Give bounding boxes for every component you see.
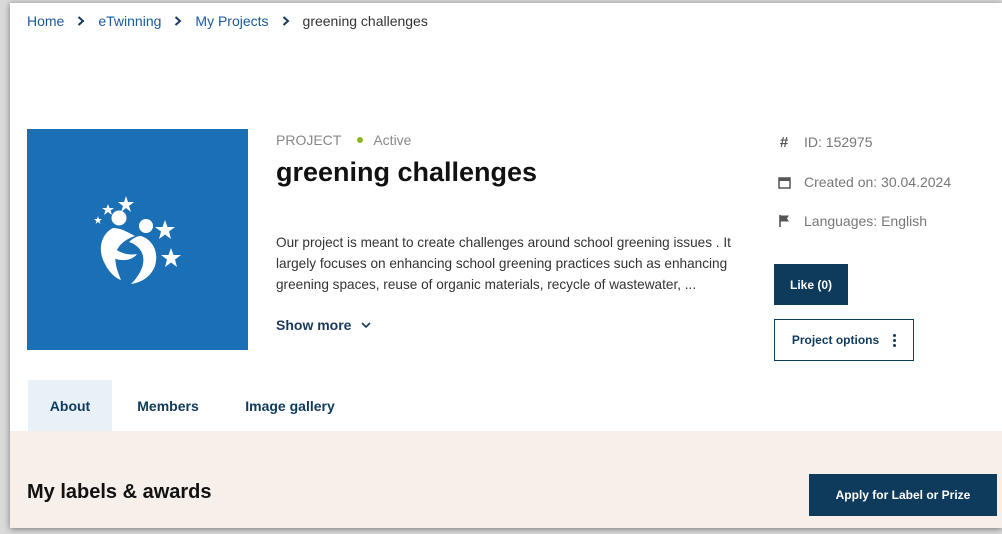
tab-image-gallery[interactable]: Image gallery — [224, 380, 356, 431]
flag-icon — [776, 213, 792, 229]
page-frame: Home eTwinning My Projects greening chal… — [10, 3, 1002, 528]
project-description: Our project is meant to create challenge… — [276, 235, 731, 292]
etwinning-logo-icon — [93, 195, 181, 284]
project-options-label: Project options — [791, 333, 880, 347]
like-button[interactable]: Like (0) — [774, 264, 848, 305]
chevron-right-icon — [282, 16, 290, 26]
project-id-text: ID: 152975 — [804, 134, 873, 150]
project-image — [27, 129, 248, 350]
breadcrumb-etwinning[interactable]: eTwinning — [98, 13, 161, 29]
created-date: Created on: 30.04.2024 — [776, 174, 951, 190]
breadcrumb-home[interactable]: Home — [27, 13, 64, 29]
project-type-label: PROJECT — [276, 132, 342, 148]
chevron-right-icon — [77, 16, 85, 26]
page-title: greening challenges — [276, 157, 538, 187]
languages-text: Languages: English — [804, 213, 927, 229]
section-title: My labels & awards — [27, 481, 212, 503]
show-more-label: Show more — [276, 317, 352, 333]
show-more-button[interactable]: Show more — [276, 317, 372, 333]
status-dot-icon — [357, 137, 364, 143]
tab-bar: About Members Image gallery — [28, 380, 356, 431]
project-options-button[interactable]: Project options — [774, 319, 914, 361]
chevron-down-icon — [361, 321, 372, 328]
tab-members[interactable]: Members — [112, 380, 224, 431]
project-meta: PROJECT Active — [276, 132, 411, 148]
breadcrumb-current: greening challenges — [302, 13, 428, 29]
languages: Languages: English — [776, 213, 927, 229]
chevron-right-icon — [174, 16, 182, 26]
breadcrumb: Home eTwinning My Projects greening chal… — [27, 13, 428, 29]
labels-awards-section: My labels & awards Apply for Label or Pr… — [10, 431, 1002, 528]
project-id: # ID: 152975 — [776, 133, 873, 151]
status-badge: Active — [373, 132, 412, 148]
more-vertical-icon — [893, 333, 897, 347]
hash-icon: # — [779, 133, 789, 151]
created-date-text: Created on: 30.04.2024 — [804, 174, 952, 190]
calendar-icon — [776, 174, 792, 190]
breadcrumb-my-projects[interactable]: My Projects — [195, 13, 268, 29]
apply-label-prize-button[interactable]: Apply for Label or Prize — [809, 474, 997, 516]
tab-about[interactable]: About — [28, 380, 112, 431]
